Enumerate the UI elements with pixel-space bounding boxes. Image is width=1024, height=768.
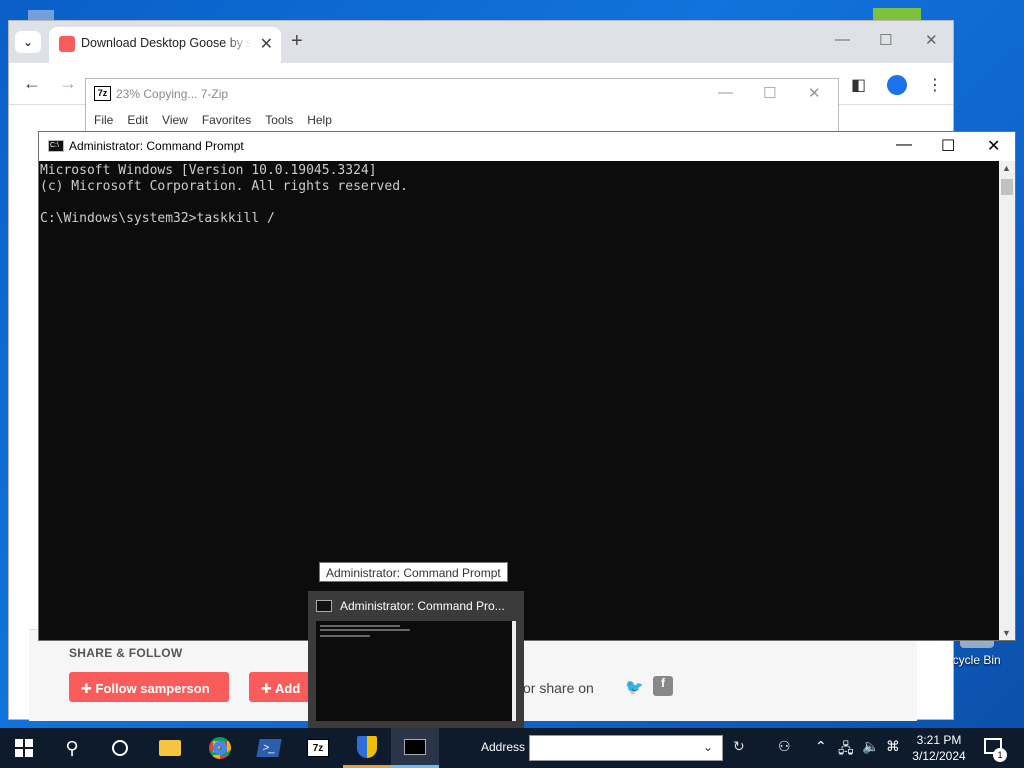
facebook-icon[interactable]: f <box>653 676 673 696</box>
preview-thumbnail[interactable] <box>316 621 516 721</box>
cmd-scrollbar[interactable]: ▲ ▼ <box>999 161 1015 640</box>
search-button[interactable]: ⚲ <box>48 728 96 768</box>
volume-muted-icon[interactable]: 🔈 <box>862 738 879 755</box>
follow-button-label: Follow samperson <box>95 681 210 696</box>
console-prompt-line: C:\Windows\system32>taskkill / <box>40 211 275 226</box>
cmd-console[interactable]: Microsoft Windows [Version 10.0.19045.33… <box>39 161 999 640</box>
cmd-title: Administrator: Command Prompt <box>69 139 244 153</box>
scroll-down-icon[interactable]: ▼ <box>1002 628 1011 638</box>
sevenzip-window: 7z 23% Copying... 7-Zip — ☐ ✕ File Edit … <box>85 78 839 132</box>
sevenzip-maximize-button[interactable]: ☐ <box>763 84 776 102</box>
preview-title-row: Administrator: Command Pro... <box>316 599 505 613</box>
chrome-close-button[interactable]: ✕ <box>925 31 938 49</box>
sevenzip-close-button[interactable]: ✕ <box>808 84 821 102</box>
profile-avatar-icon[interactable] <box>887 75 907 95</box>
network-icon[interactable]: 🖧 <box>838 738 854 762</box>
taskbar-tooltip: Administrator: Command Prompt <box>319 562 508 582</box>
shield-icon <box>357 735 377 758</box>
address-input[interactable] <box>529 735 723 761</box>
powershell-icon: >_ <box>256 739 282 757</box>
task-view-button[interactable] <box>96 728 144 768</box>
follow-button[interactable]: ✚ Follow samperson <box>69 672 229 702</box>
cmd-window: C:\ Administrator: Command Prompt — ☐ ✕ … <box>38 131 1016 641</box>
cmd-mini-icon <box>316 600 332 612</box>
new-tab-button[interactable]: + <box>291 30 303 53</box>
cmd-maximize-button[interactable]: ☐ <box>941 136 955 156</box>
sevenzip-minimize-button[interactable]: — <box>718 84 733 101</box>
recycle-bin-label[interactable]: ecycle Bin <box>946 653 1001 667</box>
side-panel-icon[interactable]: ◧ <box>851 75 866 95</box>
twitter-icon[interactable]: 🐦 <box>625 678 644 696</box>
chrome-minimize-button[interactable]: — <box>835 31 850 48</box>
sevenzip-app-icon: 7z <box>94 86 111 101</box>
taskbar-7zip[interactable]: 7z <box>294 728 342 768</box>
display-icon[interactable]: ⌘ <box>886 738 900 755</box>
menu-favorites[interactable]: Favorites <box>202 113 251 127</box>
share-on-label: or share on <box>523 680 594 696</box>
console-line: Microsoft Windows [Version 10.0.19045.33… <box>40 163 377 178</box>
people-icon[interactable]: ⚇ <box>778 738 791 755</box>
clock-date: 3/12/2024 <box>912 749 966 763</box>
chrome-tab[interactable]: Download Desktop Goose by samperson ✕ <box>49 27 281 63</box>
chrome-tab-bar: ⌄ Download Desktop Goose by samperson ✕ … <box>9 21 953 63</box>
add-button-label: Add <box>275 681 301 696</box>
menu-view[interactable]: View <box>162 113 188 127</box>
system-clock[interactable]: 3:21 PM 3/12/2024 <box>908 732 970 764</box>
search-icon: ⚲ <box>65 737 79 758</box>
taskbar: ⚲ >_ 7z Address ⌄ ↻ ⚇ ⌃ 🖧 🔈 ⌘ 3:21 PM 3/… <box>0 728 1024 768</box>
folder-icon <box>159 740 181 756</box>
cortana-circle-icon <box>112 740 128 756</box>
taskbar-powershell[interactable]: >_ <box>245 728 293 768</box>
start-button[interactable] <box>0 728 48 768</box>
scroll-thumb[interactable] <box>1001 179 1013 195</box>
menu-file[interactable]: File <box>94 113 113 127</box>
sevenzip-menubar: File Edit View Favorites Tools Help <box>86 109 838 131</box>
address-refresh-icon[interactable]: ↻ <box>733 738 745 755</box>
forward-button[interactable]: → <box>59 73 77 94</box>
tab-search-chevron-icon[interactable]: ⌄ <box>15 31 41 53</box>
cmd-app-icon: C:\ <box>48 140 64 152</box>
sevenzip-title: 23% Copying... 7-Zip <box>116 87 229 101</box>
menu-edit[interactable]: Edit <box>127 113 148 127</box>
back-button[interactable]: ← <box>23 73 41 94</box>
sevenzip-titlebar[interactable]: 7z 23% Copying... 7-Zip — ☐ ✕ <box>86 79 838 109</box>
notification-count-badge: 1 <box>993 748 1007 762</box>
cmd-icon <box>404 738 426 755</box>
address-dropdown-icon[interactable]: ⌄ <box>703 740 713 754</box>
clock-time: 3:21 PM <box>916 733 962 747</box>
taskbar-chrome[interactable] <box>196 728 244 768</box>
taskbar-file-explorer[interactable] <box>146 728 194 768</box>
cmd-minimize-button[interactable]: — <box>896 136 912 154</box>
preview-title: Administrator: Command Pro... <box>340 599 505 613</box>
share-follow-heading: SHARE & FOLLOW <box>69 646 183 660</box>
chrome-icon <box>209 737 231 759</box>
tray-chevron-up-icon[interactable]: ⌃ <box>815 738 827 755</box>
itch-favicon-icon <box>59 36 75 52</box>
tab-close-icon[interactable]: ✕ <box>260 34 273 54</box>
cmd-titlebar[interactable]: C:\ Administrator: Command Prompt — ☐ ✕ <box>39 132 1015 161</box>
taskbar-cmd[interactable] <box>391 728 439 768</box>
menu-help[interactable]: Help <box>307 113 332 127</box>
scroll-up-icon[interactable]: ▲ <box>1002 163 1011 173</box>
tab-title: Download Desktop Goose by samperson <box>81 36 251 50</box>
console-line: (c) Microsoft Corporation. All rights re… <box>40 179 408 194</box>
taskbar-uac-shield[interactable] <box>343 728 391 768</box>
menu-tools[interactable]: Tools <box>265 113 293 127</box>
address-toolbar-label: Address <box>481 740 526 754</box>
sevenzip-icon: 7z <box>307 739 329 757</box>
chrome-menu-icon[interactable]: ⋮ <box>927 75 943 95</box>
cmd-close-button[interactable]: ✕ <box>987 136 1000 156</box>
taskbar-thumbnail-preview[interactable]: Administrator: Command Pro... <box>308 591 524 728</box>
chrome-maximize-button[interactable]: ☐ <box>879 31 892 49</box>
windows-logo-icon <box>15 739 33 757</box>
